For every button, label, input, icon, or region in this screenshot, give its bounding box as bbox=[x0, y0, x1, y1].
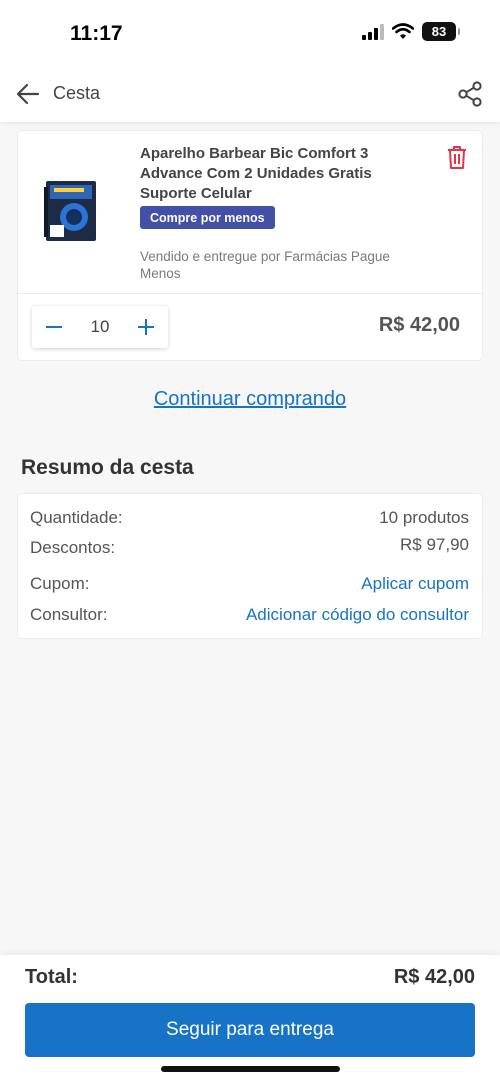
page-title: Cesta bbox=[53, 83, 101, 103]
status-bar: 11:17 83 bbox=[0, 0, 500, 66]
total-value: R$ 42,00 bbox=[393, 966, 475, 988]
quantity-value[interactable]: 10 bbox=[72, 317, 128, 337]
cart-page: 11:17 83 Cesta Aparelho Barbear Bic Comf… bbox=[0, 0, 500, 1083]
minus-icon[interactable] bbox=[44, 317, 64, 337]
home-indicator bbox=[161, 1066, 340, 1072]
status-time: 11:17 bbox=[70, 22, 123, 45]
card-divider bbox=[18, 293, 482, 294]
quantity-total: 10 produtos bbox=[379, 508, 469, 527]
coupon-label: Cupom: bbox=[30, 574, 90, 593]
checkout-bar: Total: R$ 42,00 Seguir para entrega bbox=[0, 955, 500, 1083]
continue-shopping-link[interactable]: Continuar comprando bbox=[0, 388, 500, 411]
arrow-left-icon[interactable] bbox=[14, 80, 42, 108]
cart-item-card: Aparelho Barbear Bic Comfort 3 Advance C… bbox=[18, 131, 482, 360]
quantity-label: Quantidade: bbox=[30, 508, 123, 527]
signal-icon bbox=[362, 23, 384, 40]
product-name[interactable]: Aparelho Barbear Bic Comfort 3 Advance C… bbox=[140, 144, 430, 204]
promo-badge[interactable]: Compre por menos bbox=[140, 206, 275, 229]
seller-info: Vendido e entregue por Farmácias Pague M… bbox=[140, 249, 390, 281]
add-consultant-link[interactable]: Adicionar código do consultor bbox=[246, 605, 469, 625]
summary-title: Resumo da cesta bbox=[21, 456, 194, 479]
checkout-button[interactable]: Seguir para entrega bbox=[25, 1003, 475, 1057]
consultant-label: Consultor: bbox=[30, 605, 108, 624]
apply-coupon-link[interactable]: Aplicar cupom bbox=[361, 574, 469, 594]
trash-icon[interactable] bbox=[445, 144, 469, 170]
wifi-icon bbox=[392, 23, 414, 39]
summary-card: Quantidade: 10 produtos Descontos: R$ 97… bbox=[18, 494, 482, 638]
total-label: Total: bbox=[25, 966, 78, 988]
plus-icon[interactable] bbox=[136, 317, 156, 337]
share-icon[interactable] bbox=[456, 80, 484, 108]
status-icons: 83 bbox=[362, 22, 460, 41]
app-header: Cesta bbox=[0, 66, 500, 122]
battery-indicator: 83 bbox=[422, 22, 460, 41]
discount-label: Descontos: bbox=[30, 538, 116, 557]
item-price: R$ 42,00 bbox=[378, 314, 460, 336]
product-image[interactable] bbox=[40, 177, 100, 245]
discount-value: R$ 97,90 bbox=[400, 535, 469, 554]
quantity-stepper: 10 bbox=[32, 306, 168, 348]
